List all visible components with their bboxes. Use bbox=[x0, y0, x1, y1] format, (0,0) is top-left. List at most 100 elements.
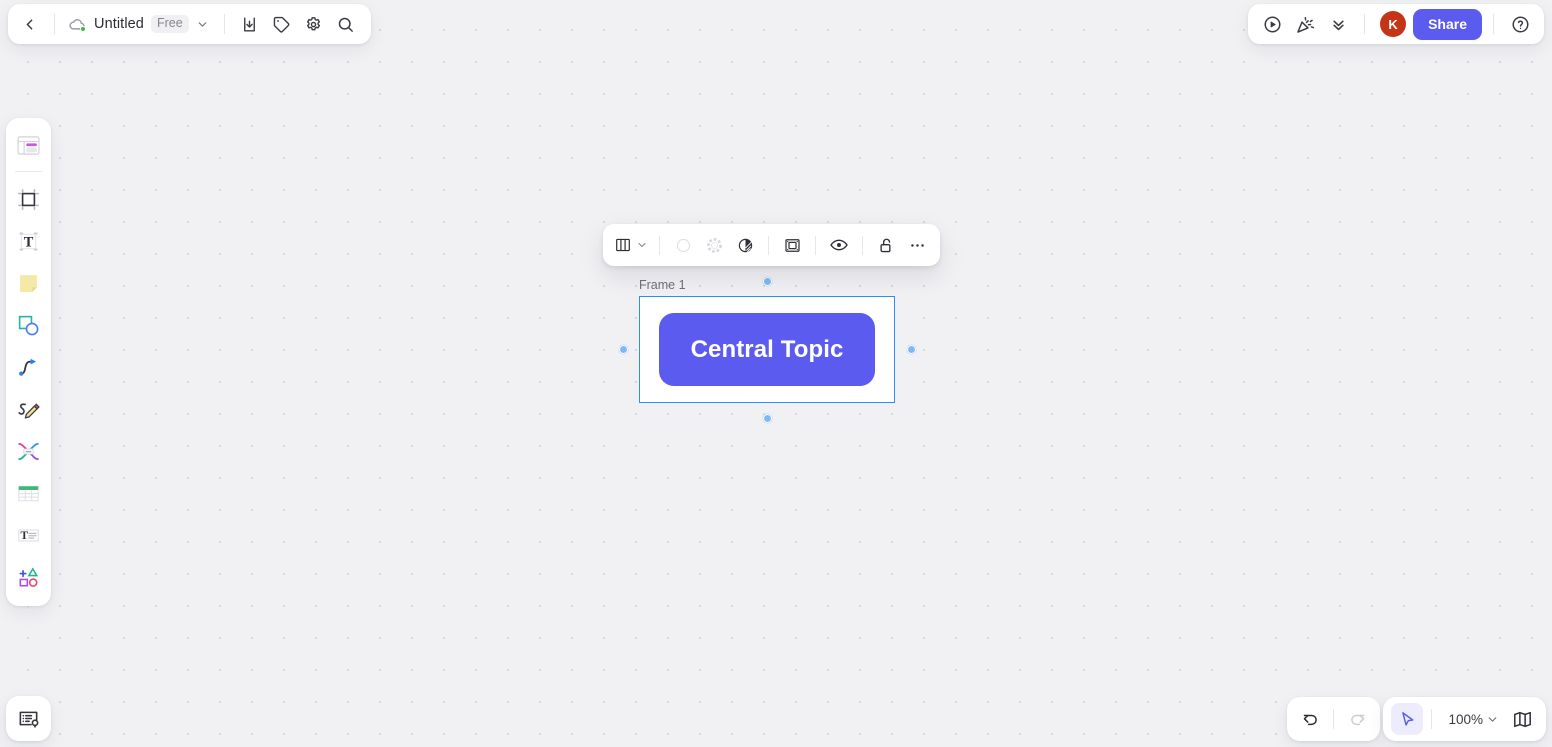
template-icon bbox=[17, 135, 40, 155]
gear-icon bbox=[307, 16, 321, 30]
central-topic-node[interactable]: Central Topic bbox=[659, 313, 875, 386]
view-toolbar: 100% bbox=[1383, 697, 1546, 741]
divider bbox=[862, 235, 863, 255]
ellipsis-icon bbox=[910, 243, 924, 247]
layout-button[interactable] bbox=[611, 230, 651, 260]
document-title: Untitled bbox=[94, 16, 144, 32]
download-icon bbox=[244, 16, 256, 32]
opacity-button[interactable] bbox=[730, 230, 760, 260]
resize-handle-left[interactable] bbox=[619, 345, 628, 354]
resize-handle-right[interactable] bbox=[907, 345, 916, 354]
divider bbox=[1431, 709, 1433, 729]
export-button[interactable] bbox=[235, 9, 265, 39]
cursor-arrow-icon bbox=[1402, 711, 1414, 726]
tag-button[interactable] bbox=[267, 9, 297, 39]
tag-icon bbox=[273, 16, 290, 33]
curve-connector-icon bbox=[19, 358, 37, 376]
divider bbox=[1333, 709, 1334, 729]
share-button[interactable]: Share bbox=[1413, 8, 1482, 40]
svg-text:T: T bbox=[20, 530, 28, 542]
search-icon bbox=[338, 17, 354, 32]
sidebar-item-mindmap[interactable] bbox=[10, 431, 48, 471]
divider bbox=[768, 235, 769, 255]
top-right-toolbar: K Share bbox=[1248, 4, 1544, 44]
tool-rail: T T bbox=[6, 118, 51, 606]
chevron-down-icon bbox=[636, 239, 648, 251]
cursor-tool-button[interactable] bbox=[1391, 703, 1424, 735]
sidebar-item-table[interactable] bbox=[10, 473, 48, 513]
chevron-down-icon bbox=[196, 18, 209, 31]
text-icon: T bbox=[19, 232, 38, 250]
dashed-ring-icon bbox=[706, 237, 722, 253]
divider bbox=[54, 14, 55, 34]
map-icon bbox=[1513, 711, 1531, 727]
undo-arrow-icon bbox=[1303, 714, 1317, 725]
notes-panel-button[interactable] bbox=[6, 696, 51, 741]
svg-text:T: T bbox=[24, 234, 34, 250]
top-left-toolbar: Untitled Free bbox=[8, 4, 371, 44]
lock-button[interactable] bbox=[871, 230, 901, 260]
sidebar-item-pen[interactable] bbox=[10, 389, 48, 429]
play-circle-icon bbox=[1264, 15, 1281, 33]
half-filled-circle-icon bbox=[738, 238, 752, 252]
document-title-group[interactable]: Untitled Free bbox=[65, 12, 214, 37]
more-options-button[interactable] bbox=[902, 230, 932, 260]
eye-icon bbox=[830, 239, 848, 251]
redo-arrow-icon bbox=[1350, 714, 1364, 725]
mindmap-icon bbox=[18, 442, 39, 460]
text-block-icon: T bbox=[18, 529, 39, 542]
question-circle-icon bbox=[1511, 15, 1529, 33]
visibility-button[interactable] bbox=[824, 230, 854, 260]
zoom-control[interactable]: 100% bbox=[1440, 707, 1503, 732]
shapes-icon bbox=[18, 315, 39, 335]
zoom-level: 100% bbox=[1448, 711, 1483, 727]
sidebar-item-shape[interactable] bbox=[10, 305, 48, 345]
columns-layout-icon bbox=[616, 238, 630, 252]
selection-context-toolbar bbox=[603, 224, 940, 266]
avatar[interactable]: K bbox=[1380, 11, 1407, 37]
border-color-button[interactable] bbox=[699, 230, 729, 260]
divider bbox=[15, 171, 42, 172]
frame-icon bbox=[17, 188, 40, 210]
party-popper-icon bbox=[1296, 16, 1314, 33]
sidebar-item-sticky-note[interactable] bbox=[10, 263, 48, 303]
sticky-note-icon bbox=[20, 274, 37, 292]
divider bbox=[1364, 14, 1366, 34]
plan-badge: Free bbox=[150, 15, 189, 33]
celebrate-button[interactable] bbox=[1290, 9, 1320, 39]
present-button[interactable] bbox=[1257, 9, 1287, 39]
back-arrow-icon bbox=[26, 19, 32, 29]
more-shapes-icon bbox=[19, 566, 39, 587]
fit-frame-icon bbox=[784, 238, 800, 252]
frame-1[interactable]: Central Topic bbox=[639, 296, 895, 403]
help-button[interactable] bbox=[1505, 9, 1535, 39]
back-button[interactable] bbox=[14, 9, 44, 39]
fit-frame-button[interactable] bbox=[777, 230, 807, 260]
notes-idea-icon bbox=[19, 711, 39, 728]
sidebar-item-textbox[interactable]: T bbox=[10, 515, 48, 555]
undo-button[interactable] bbox=[1294, 703, 1326, 735]
sidebar-item-template[interactable] bbox=[10, 125, 48, 165]
double-chevron-down-icon bbox=[1332, 20, 1344, 30]
divider bbox=[223, 14, 225, 34]
resize-handle-bottom[interactable] bbox=[763, 414, 772, 423]
minimap-button[interactable] bbox=[1506, 703, 1538, 735]
redo-button[interactable] bbox=[1341, 703, 1373, 735]
settings-button[interactable] bbox=[299, 9, 329, 39]
resize-handle-top[interactable] bbox=[763, 277, 772, 286]
divider bbox=[659, 235, 660, 255]
cloud-sync-icon bbox=[68, 15, 87, 34]
search-button[interactable] bbox=[331, 9, 361, 39]
history-toolbar bbox=[1287, 697, 1380, 741]
divider bbox=[815, 235, 816, 255]
chevron-down-icon bbox=[1486, 713, 1499, 726]
frame-label[interactable]: Frame 1 bbox=[639, 278, 686, 292]
sidebar-item-more-tools[interactable] bbox=[10, 557, 48, 597]
divider bbox=[1493, 14, 1494, 34]
sidebar-item-frame[interactable] bbox=[10, 179, 48, 219]
collapse-button[interactable] bbox=[1323, 9, 1353, 39]
sidebar-item-text[interactable]: T bbox=[10, 221, 48, 261]
unlock-icon bbox=[879, 238, 890, 252]
fill-color-button[interactable] bbox=[668, 230, 698, 260]
sidebar-item-connector[interactable] bbox=[10, 347, 48, 387]
